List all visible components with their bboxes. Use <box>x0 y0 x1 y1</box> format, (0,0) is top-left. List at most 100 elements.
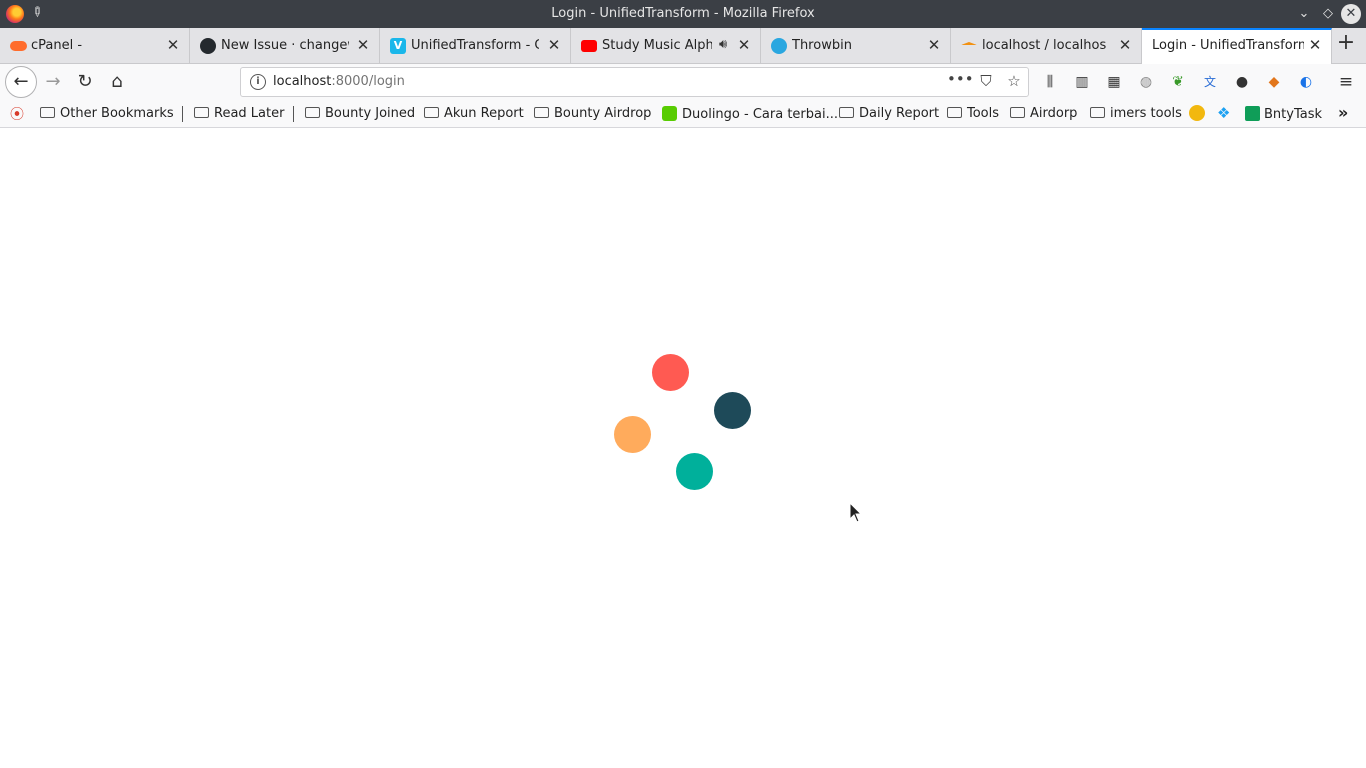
close-tab-icon[interactable]: ✕ <box>355 36 371 54</box>
minimize-icon[interactable]: ⌄ <box>1294 4 1314 24</box>
bookmark-link[interactable]: BntyTask <box>1245 106 1322 122</box>
tab-phpmyadmin[interactable]: localhost / localhost / ✕ <box>951 28 1142 64</box>
rss-feed-icon[interactable]: ⦿ <box>10 104 24 124</box>
tab-strip: cPanel - ✕ New Issue · changew ✕ V Unifi… <box>0 28 1366 65</box>
bookmark-folder[interactable]: Read Later <box>194 106 284 121</box>
close-tab-icon[interactable]: ✕ <box>165 36 181 54</box>
pocket-icon[interactable]: ⛉ <box>976 72 996 90</box>
bookmarks-toolbar: ⦿ Other Bookmarks Read Later Bounty Join… <box>0 100 1366 128</box>
forward-icon[interactable]: → <box>39 68 67 96</box>
tab-label: Login - UnifiedTransform <box>1152 38 1304 53</box>
bookmark-folder[interactable]: Akun Report <box>424 106 524 121</box>
folder-icon <box>534 107 549 118</box>
url-host: localhost <box>273 74 332 89</box>
folder-icon <box>1010 107 1025 118</box>
cpanel-icon <box>10 41 27 51</box>
youtube-icon <box>581 40 597 52</box>
tab-label: Throwbin <box>792 38 852 53</box>
speaker-icon[interactable]: 🔊︎ <box>719 37 727 52</box>
folder-icon <box>839 107 854 118</box>
tab-cpanel[interactable]: cPanel - ✕ <box>0 28 190 64</box>
tab-unifiedtransform-g[interactable]: V UnifiedTransform - G ✕ <box>380 28 571 64</box>
bookmark-separator <box>293 106 294 122</box>
bookmark-label: Airdorp <box>1030 106 1078 121</box>
bookmark-star-icon[interactable]: ☆ <box>1004 72 1024 90</box>
throwbin-icon <box>771 38 787 54</box>
tab-login-active[interactable]: Login - UnifiedTransform ✕ <box>1142 28 1332 65</box>
account-icon[interactable]: ● <box>1232 72 1252 92</box>
folder-icon <box>194 107 209 118</box>
menu-hamburger-icon[interactable]: ≡ <box>1336 72 1356 92</box>
bookmark-folder[interactable]: imers tools <box>1090 106 1182 121</box>
close-tab-icon[interactable]: ✕ <box>546 36 562 54</box>
bookmark-label: BntyTask <box>1264 107 1323 122</box>
bookmark-folder[interactable]: Airdorp <box>1010 106 1077 121</box>
back-icon[interactable]: ← <box>5 66 37 98</box>
bookmark-label: Read Later <box>214 106 285 121</box>
url-path: :8000/login <box>331 74 405 89</box>
tab-label: UnifiedTransform - G <box>411 38 539 53</box>
github-icon <box>200 38 216 54</box>
url-text[interactable]: localhost:8000/login <box>273 74 405 89</box>
bookmark-label: imers tools <box>1110 106 1182 121</box>
vimeo-icon: V <box>390 38 406 54</box>
bookmark-separator <box>182 106 183 122</box>
navigation-toolbar: ← → ↻ ⌂ i localhost:8000/login ••• ⛉ ☆ ⫼… <box>0 64 1366 100</box>
close-tab-icon[interactable]: ✕ <box>736 36 752 54</box>
bookmark-folder[interactable]: Other Bookmarks <box>40 106 174 121</box>
close-tab-icon[interactable]: ✕ <box>926 36 942 54</box>
translate-globe-icon[interactable]: ◍ <box>1136 72 1156 92</box>
loader-dot-red <box>652 354 689 391</box>
translate-icon[interactable]: 文 <box>1200 72 1220 92</box>
bookmark-folder[interactable]: Tools <box>947 106 999 121</box>
folder-icon <box>1090 107 1105 118</box>
mouse-cursor-icon <box>849 502 863 523</box>
loader-dot-orange <box>614 416 651 453</box>
bookmark-folder[interactable]: Daily Report <box>839 106 939 121</box>
loader-dot-teal <box>676 453 713 490</box>
home-icon[interactable]: ⌂ <box>103 68 131 96</box>
phpmyadmin-icon <box>961 42 977 45</box>
window-titlebar: ✎ Login - UnifiedTransform - Mozilla Fir… <box>0 0 1366 28</box>
bookmark-label: Bounty Joined <box>325 106 416 121</box>
tab-throwbin[interactable]: Throwbin ✕ <box>761 28 951 64</box>
sidebar-icon[interactable]: ▥ <box>1072 72 1092 92</box>
window-title: Login - UnifiedTransform - Mozilla Firef… <box>551 6 815 21</box>
url-bar[interactable]: i localhost:8000/login ••• ⛉ ☆ <box>240 67 1029 97</box>
close-tab-icon[interactable]: ✕ <box>1117 36 1133 54</box>
tab-github[interactable]: New Issue · changew ✕ <box>190 28 380 64</box>
extension-id-icon[interactable]: ◐ <box>1296 72 1316 92</box>
folder-icon <box>305 107 320 118</box>
tab-label: cPanel - <box>31 38 83 53</box>
site-info-icon[interactable]: i <box>250 74 266 90</box>
new-tab-icon[interactable]: + <box>1334 30 1358 55</box>
loader-dot-navy <box>714 392 751 429</box>
more-bookmarks-icon[interactable]: » <box>1338 103 1348 122</box>
folder-icon <box>424 107 439 118</box>
close-window-icon[interactable]: ✕ <box>1341 4 1361 24</box>
folder-icon <box>40 107 55 118</box>
extension-leaf-icon[interactable]: ❦ <box>1168 72 1188 92</box>
maximize-icon[interactable]: ◇ <box>1318 4 1338 24</box>
bntytask-icon <box>1245 106 1260 121</box>
tab-label: New Issue · changew <box>221 38 349 53</box>
library-icon[interactable]: ⫼ <box>1040 72 1060 92</box>
duolingo-icon <box>662 106 677 121</box>
metamask-fox-icon[interactable]: ◆ <box>1264 72 1284 92</box>
close-tab-icon[interactable]: ✕ <box>1307 36 1323 54</box>
bookmark-label: Tools <box>967 106 1000 121</box>
bookmark-link[interactable]: Duolingo - Cara terbai... <box>662 106 838 122</box>
tab-study-music[interactable]: Study Music Alpha 🔊︎ ✕ <box>571 28 761 64</box>
bookmark-folder[interactable]: Bounty Joined <box>305 106 415 121</box>
bookmark-label: Duolingo - Cara terbai... <box>682 107 838 122</box>
bookmark-label: Other Bookmarks <box>60 106 174 121</box>
extension-grid-icon[interactable]: ▦ <box>1104 72 1124 92</box>
page-actions-icon[interactable]: ••• <box>947 70 974 88</box>
bitcoin-bookmark-icon[interactable] <box>1189 105 1205 121</box>
bookmark-label: Bounty Airdrop <box>554 106 652 121</box>
tab-label: localhost / localhost / <box>982 38 1106 53</box>
twitter-bookmark-icon[interactable]: ❖ <box>1217 104 1230 122</box>
bookmark-folder[interactable]: Bounty Airdrop <box>534 106 651 121</box>
bookmark-label: Daily Report <box>859 106 940 121</box>
reload-icon[interactable]: ↻ <box>71 68 99 96</box>
